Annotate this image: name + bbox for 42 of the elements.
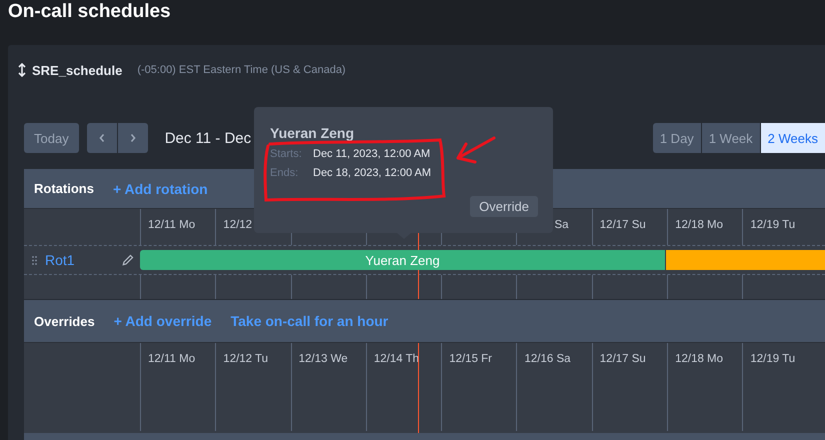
rotation-shift-bar[interactable]: Yueran Zeng	[140, 250, 665, 270]
day-header: 12/16 Sa	[524, 353, 571, 365]
view-toggle[interactable]: 2 Weeks	[760, 123, 825, 153]
day-header: 12/12 Tu	[223, 353, 268, 365]
day-header: 12/11 Mo	[148, 353, 196, 365]
view-toggle[interactable]: 1 Day	[652, 123, 701, 153]
day-header: 12/17 Su	[600, 353, 646, 365]
day-header: 12/18 Mo	[675, 219, 724, 231]
override-link[interactable]: Take on-call for an hour	[230, 313, 388, 329]
timezone-label: (-05:00) EST Eastern Time (US & Canada)	[137, 64, 346, 76]
today-button[interactable]: Today	[24, 123, 79, 153]
day-header: 12/13 We	[298, 353, 348, 365]
day-header: 12/15 Fr	[449, 353, 492, 365]
day-header: 12/18 Mo	[675, 353, 724, 365]
day-header: Sa	[554, 219, 569, 231]
day-header: 12/17 Su	[600, 219, 646, 231]
field-label: Starts:	[270, 148, 303, 160]
schedule-name: SRE_schedule	[32, 62, 122, 78]
day-header: 12/12	[223, 219, 252, 231]
page-title: On-call schedules	[7, 0, 172, 24]
chevron-left-icon	[98, 133, 106, 143]
chevron-right-icon	[128, 133, 137, 143]
view-toggle[interactable]: 1 Week	[702, 123, 760, 153]
section-title: Rotations	[34, 181, 94, 196]
rotation-name-link[interactable]: Rot1	[45, 252, 75, 268]
person-name: Yueran Zeng	[270, 125, 356, 141]
override-link[interactable]: + Add override	[114, 313, 212, 329]
field-value: Dec 11, 2023, 12:00 AM	[313, 148, 430, 160]
field-value: Dec 18, 2023, 12:00 AM	[313, 167, 432, 179]
annotation-arrow-drawing	[456, 136, 496, 164]
day-header: 12/19 Tu	[750, 219, 796, 231]
expand-icon[interactable]	[18, 63, 26, 77]
day-header: 12/11 Mo	[148, 219, 196, 231]
day-header: 12/19 Tu	[750, 353, 796, 365]
field-label: Ends:	[270, 167, 300, 179]
pencil-icon[interactable]	[122, 254, 134, 266]
date-range: Dec 11 - Dec	[164, 130, 252, 146]
section-title: Overrides	[34, 314, 95, 328]
drag-handle-icon[interactable]	[32, 256, 37, 264]
override-button[interactable]: Override	[470, 196, 538, 217]
add-rotation-link[interactable]: + Add rotation	[112, 180, 208, 196]
next-button[interactable]	[118, 123, 148, 153]
